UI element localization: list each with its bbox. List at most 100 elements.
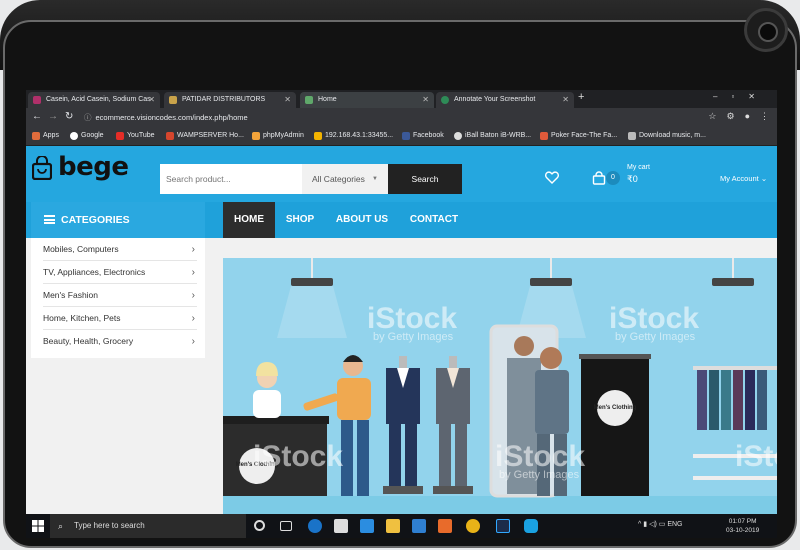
category-item[interactable]: Home, Kitchen, Pets › <box>43 307 197 330</box>
shopping-bag-icon[interactable] <box>32 156 52 180</box>
edge-icon[interactable] <box>308 519 322 533</box>
tab-patidar[interactable]: PATIDAR DISTRIBUTORS ✕ <box>164 92 296 108</box>
bookmark-download-music[interactable]: Download music, m... <box>628 132 706 140</box>
facebook-icon <box>402 132 410 140</box>
tab-home[interactable]: Home ✕ <box>300 92 434 108</box>
chevron-up-icon[interactable]: ^ <box>638 521 641 528</box>
close-icon[interactable]: ✕ <box>148 92 155 108</box>
network-icon[interactable]: ▮ <box>643 521 647 528</box>
watermark-text: iStock <box>253 440 343 473</box>
category-item[interactable]: Mobiles, Computers › <box>43 238 197 261</box>
curtain-badge-text: Men's Clothing <box>594 405 637 411</box>
battery-icon[interactable]: ▭ <box>659 521 666 528</box>
close-icon[interactable]: ✕ <box>562 92 569 108</box>
bookmark-wamp[interactable]: WAMPSERVER Ho... <box>166 132 244 140</box>
tab-label: PATIDAR DISTRIBUTORS <box>182 96 266 103</box>
chevron-right-icon: › <box>191 244 195 255</box>
category-label: Beauty, Health, Grocery <box>43 336 134 346</box>
category-label: Mobiles, Computers <box>43 244 119 254</box>
camera-icon <box>744 8 788 52</box>
category-item[interactable]: Beauty, Health, Grocery › <box>43 330 197 353</box>
skype-icon[interactable] <box>524 519 538 533</box>
photoshop-icon[interactable] <box>496 519 510 533</box>
reload-icon[interactable]: ↻ <box>65 111 73 122</box>
forward-icon[interactable]: → <box>48 111 58 122</box>
site-logo[interactable]: bege <box>58 152 129 182</box>
bookmark-facebook[interactable]: Facebook <box>402 132 444 140</box>
window-controls[interactable]: –▫✕ <box>713 92 769 101</box>
cart-label[interactable]: My cart <box>627 164 650 171</box>
tab-label: Casein, Acid Casein, Sodium Cas <box>46 96 151 103</box>
bookmark-label: 192.168.43.1:33455... <box>325 132 394 139</box>
site-favicon-icon <box>169 96 177 104</box>
nav-about-us[interactable]: ABOUT US <box>330 202 394 238</box>
server-icon <box>314 132 322 140</box>
bookmark-iball[interactable]: iBall Baton iB-WRB... <box>454 132 532 140</box>
cart-amount[interactable]: ₹0 <box>627 174 638 185</box>
windows-start-icon[interactable] <box>32 520 44 532</box>
language-indicator[interactable]: ENG <box>667 521 682 528</box>
account-label: My Account <box>720 174 759 183</box>
my-account-dropdown[interactable]: My Account ⌄ <box>720 174 767 183</box>
category-list: Mobiles, Computers › TV, Appliances, Elec… <box>31 238 205 358</box>
bookmark-youtube[interactable]: YouTube <box>116 132 155 140</box>
xampp-icon[interactable] <box>438 519 452 533</box>
chevron-down-icon: ⌄ <box>760 174 768 183</box>
nav-contact[interactable]: CONTACT <box>404 202 464 238</box>
nav-home[interactable]: HOME <box>223 202 275 238</box>
hero-banner[interactable]: Men's Clothing Men's Clothing iStock by … <box>223 238 777 518</box>
clock-time: 01:07 PM <box>728 518 757 525</box>
system-tray[interactable]: ^ ▮ ◁) ▭ ENG <box>638 520 682 528</box>
category-item[interactable]: TV, Appliances, Electronics › <box>43 261 197 284</box>
mail-icon[interactable] <box>334 519 348 533</box>
cart-bag-icon[interactable] <box>592 171 606 185</box>
bookmark-label: iBall Baton iB-WRB... <box>465 132 532 139</box>
file-explorer-icon[interactable] <box>386 519 400 533</box>
taskbar-clock[interactable]: 01:07 PM 03-10-2019 <box>726 517 759 535</box>
profile-icon[interactable]: ● <box>745 111 750 121</box>
cortana-icon[interactable] <box>254 520 265 531</box>
tab-annotate[interactable]: Annotate Your Screenshot ✕ <box>436 92 574 108</box>
bookmark-apps[interactable]: Apps <box>32 132 59 140</box>
watermark-subtext: by Getty Images <box>373 331 454 343</box>
close-icon[interactable]: ✕ <box>422 92 429 108</box>
url-field[interactable]: ⓘ ecommerce.visioncodes.com/index.php/hom… <box>84 112 248 123</box>
main-nav: CATEGORIES HOME SHOP ABOUT US CONTACT <box>26 202 777 238</box>
watermark-subtext: by Getty Images <box>499 469 580 481</box>
category-select[interactable]: All Categories ▼ <box>302 164 388 194</box>
vscode-icon[interactable] <box>412 519 426 533</box>
search-icon: ⌕ <box>58 521 64 531</box>
volume-icon[interactable]: ◁) <box>649 521 657 528</box>
bookmark-server[interactable]: 192.168.43.1:33455... <box>314 132 394 140</box>
cart-count-badge[interactable]: 0 <box>606 171 620 185</box>
star-icon[interactable]: ☆ <box>708 111 716 121</box>
apps-icon <box>32 132 40 140</box>
tab-casein[interactable]: Casein, Acid Casein, Sodium Cas ✕ <box>28 92 160 108</box>
search-button[interactable]: Search <box>388 164 462 194</box>
category-label: Home, Kitchen, Pets <box>43 313 121 323</box>
nav-shop[interactable]: SHOP <box>280 202 320 238</box>
menu-icon[interactable]: ⋮ <box>760 111 769 121</box>
music-icon <box>540 132 548 140</box>
back-icon[interactable]: ← <box>32 111 42 122</box>
bookmark-label: Apps <box>43 132 59 139</box>
bookmark-phpmyadmin[interactable]: phpMyAdmin <box>252 132 304 140</box>
extension-icon[interactable]: ⚙ <box>726 111 734 121</box>
task-view-icon[interactable] <box>280 521 292 531</box>
category-item[interactable]: Men's Fashion › <box>43 284 197 307</box>
bookmark-label: Download music, m... <box>639 132 706 139</box>
close-icon[interactable]: ✕ <box>284 92 291 108</box>
watermark-text: iStock <box>735 440 777 473</box>
new-tab-button[interactable]: + <box>578 91 584 103</box>
bookmark-poker-face[interactable]: Poker Face-The Fa... <box>540 132 617 140</box>
bookmark-label: WAMPSERVER Ho... <box>177 132 244 139</box>
wishlist-heart-icon[interactable] <box>545 171 559 184</box>
search-input[interactable] <box>160 164 302 194</box>
address-bar: ← → ↻ ⓘ ecommerce.visioncodes.com/index.p… <box>26 108 777 128</box>
taskbar-search-box[interactable]: ⌕ Type here to search <box>50 514 246 538</box>
chrome-icon[interactable] <box>466 519 480 533</box>
categories-toggle[interactable]: CATEGORIES <box>31 202 205 238</box>
bookmark-google[interactable]: Google <box>70 132 104 140</box>
phpmyadmin-icon <box>252 132 260 140</box>
store-icon[interactable] <box>360 519 374 533</box>
